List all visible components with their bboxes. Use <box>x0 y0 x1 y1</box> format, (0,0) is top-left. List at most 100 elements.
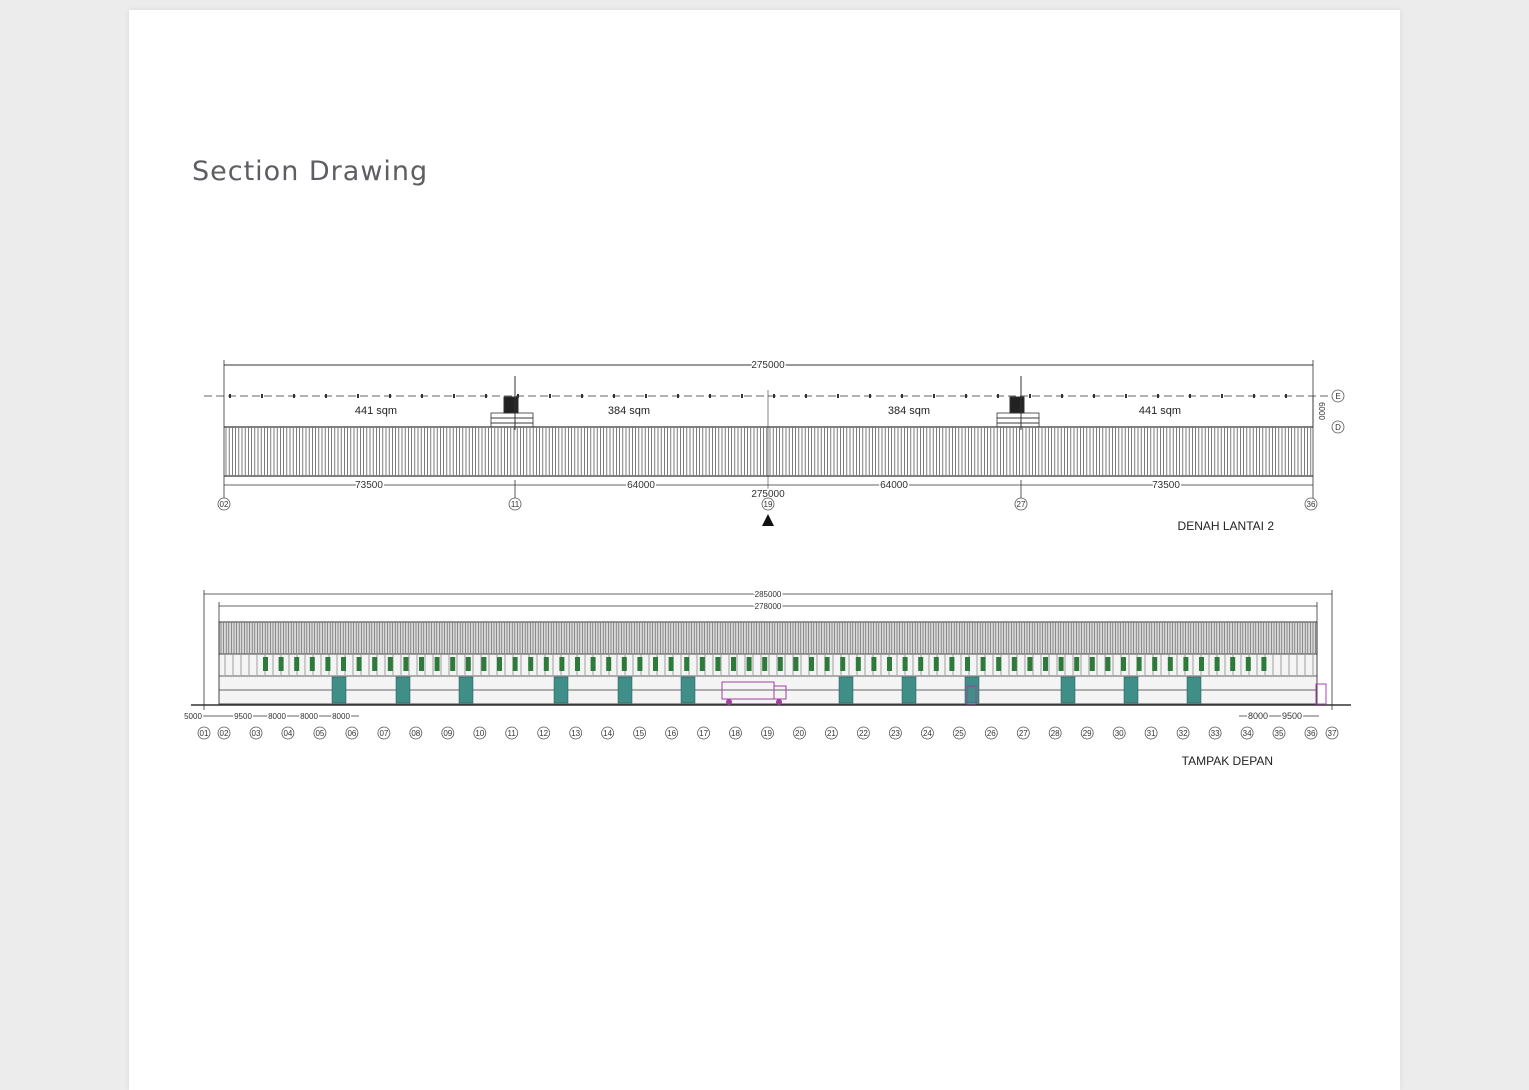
window <box>1167 657 1173 671</box>
window <box>918 657 924 671</box>
svg-text:25: 25 <box>955 729 964 738</box>
elev-inner-dim: 278000 <box>755 602 782 611</box>
elev-grid-mark: 16 <box>665 726 678 740</box>
elev-grid-mark: 31 <box>1144 726 1158 740</box>
svg-text:E: E <box>1335 392 1340 401</box>
plan-grid-mark-36: 36 <box>1304 497 1318 511</box>
svg-text:20: 20 <box>795 729 804 738</box>
elev-grid-mark: 07 <box>377 726 391 740</box>
svg-text:34: 34 <box>1243 729 1252 738</box>
elev-grid-mark: 18 <box>729 726 742 740</box>
window <box>1121 657 1126 671</box>
svg-text:26: 26 <box>987 729 996 738</box>
elev-grid-mark: 04 <box>281 726 295 740</box>
elev-grid-mark: 33 <box>1208 726 1222 740</box>
svg-text:D: D <box>1335 423 1341 432</box>
plan-seg-dim-1: 73500 <box>355 480 383 491</box>
elev-outer-dim: 285000 <box>755 590 782 599</box>
window <box>450 657 456 671</box>
svg-text:29: 29 <box>1083 729 1092 738</box>
window <box>793 657 799 671</box>
window <box>434 657 440 671</box>
svg-text:02: 02 <box>220 500 229 509</box>
stair-core-right <box>996 376 1040 430</box>
window <box>1027 657 1033 671</box>
plan-seg-dim-2: 64000 <box>627 480 655 491</box>
elev-grid-mark: 25 <box>952 726 966 740</box>
svg-text:14: 14 <box>603 729 612 738</box>
row-mark-e: E <box>1331 389 1345 403</box>
elev-grid-mark: 28 <box>1048 726 1062 740</box>
elev-grid-mark: 20 <box>793 726 806 740</box>
svg-text:12: 12 <box>539 729 548 738</box>
elev-left-dim-2: 9500 <box>234 712 252 721</box>
window <box>840 657 846 671</box>
window <box>1183 657 1189 671</box>
window <box>1152 657 1158 671</box>
elev-grid-mark: 36 <box>1304 726 1318 740</box>
window <box>387 657 393 671</box>
window <box>1043 657 1048 671</box>
window <box>980 657 986 671</box>
window <box>902 657 908 671</box>
elev-left-dim-1: 5000 <box>184 712 202 721</box>
purple-door-right <box>1315 683 1327 705</box>
window <box>809 657 814 671</box>
svg-text:27: 27 <box>1019 729 1028 738</box>
svg-text:03: 03 <box>252 729 261 738</box>
plan-grid-mark-11: 11 <box>508 497 522 511</box>
loading-door <box>1060 676 1076 704</box>
svg-text:11: 11 <box>511 500 520 509</box>
svg-text:24: 24 <box>923 729 932 738</box>
window <box>653 657 658 671</box>
elev-grid-mark: 26 <box>984 726 998 740</box>
window <box>575 657 580 671</box>
plan-roof-ribs <box>225 428 1312 475</box>
svg-text:13: 13 <box>571 729 580 738</box>
elev-grid-mark: 15 <box>633 726 647 740</box>
window <box>777 657 783 671</box>
elev-right-dim-2: 9500 <box>1282 711 1302 721</box>
elev-grid-mark: 19 <box>761 726 774 740</box>
elev-left-dim-4: 8000 <box>300 712 318 721</box>
elev-grid-mark: 37 <box>1325 726 1339 740</box>
window <box>606 657 612 671</box>
plan-grid-mark-02: 02 <box>217 497 231 511</box>
svg-text:07: 07 <box>379 729 388 738</box>
loading-door <box>1186 676 1202 704</box>
svg-text:23: 23 <box>891 729 900 738</box>
plan-grid-mark-19: 19 <box>761 497 775 511</box>
elev-grid-mark: 11 <box>505 726 519 740</box>
elev-label: TAMPAK DEPAN <box>1182 754 1273 768</box>
window <box>1011 657 1017 671</box>
svg-text:27: 27 <box>1017 500 1026 509</box>
svg-text:31: 31 <box>1147 729 1156 738</box>
plan-side-dim: 6000 <box>1317 402 1326 420</box>
window <box>637 657 643 671</box>
window <box>1074 657 1080 671</box>
window <box>715 657 721 671</box>
row-mark-d: D <box>1331 420 1345 434</box>
svg-text:16: 16 <box>667 729 676 738</box>
plan-seg-dim-3: 64000 <box>880 480 908 491</box>
plan-area-2: 384 sqm <box>608 405 650 417</box>
window <box>1245 657 1251 671</box>
plan-area-3: 384 sqm <box>888 405 930 417</box>
svg-text:19: 19 <box>763 729 772 738</box>
window <box>590 657 596 671</box>
window <box>1261 657 1267 671</box>
window <box>263 657 268 671</box>
svg-text:22: 22 <box>859 729 868 738</box>
svg-text:04: 04 <box>283 729 292 738</box>
elev-grid-mark: 34 <box>1240 726 1254 740</box>
window <box>824 657 830 671</box>
elev-grid-mark: 08 <box>409 726 423 740</box>
svg-text:15: 15 <box>635 729 644 738</box>
window <box>559 657 565 671</box>
elev-grid-mark: 35 <box>1272 726 1286 740</box>
window <box>528 657 534 671</box>
window <box>356 657 362 671</box>
window <box>1105 657 1111 671</box>
window <box>965 657 970 671</box>
elev-grid-mark: 21 <box>825 726 838 740</box>
